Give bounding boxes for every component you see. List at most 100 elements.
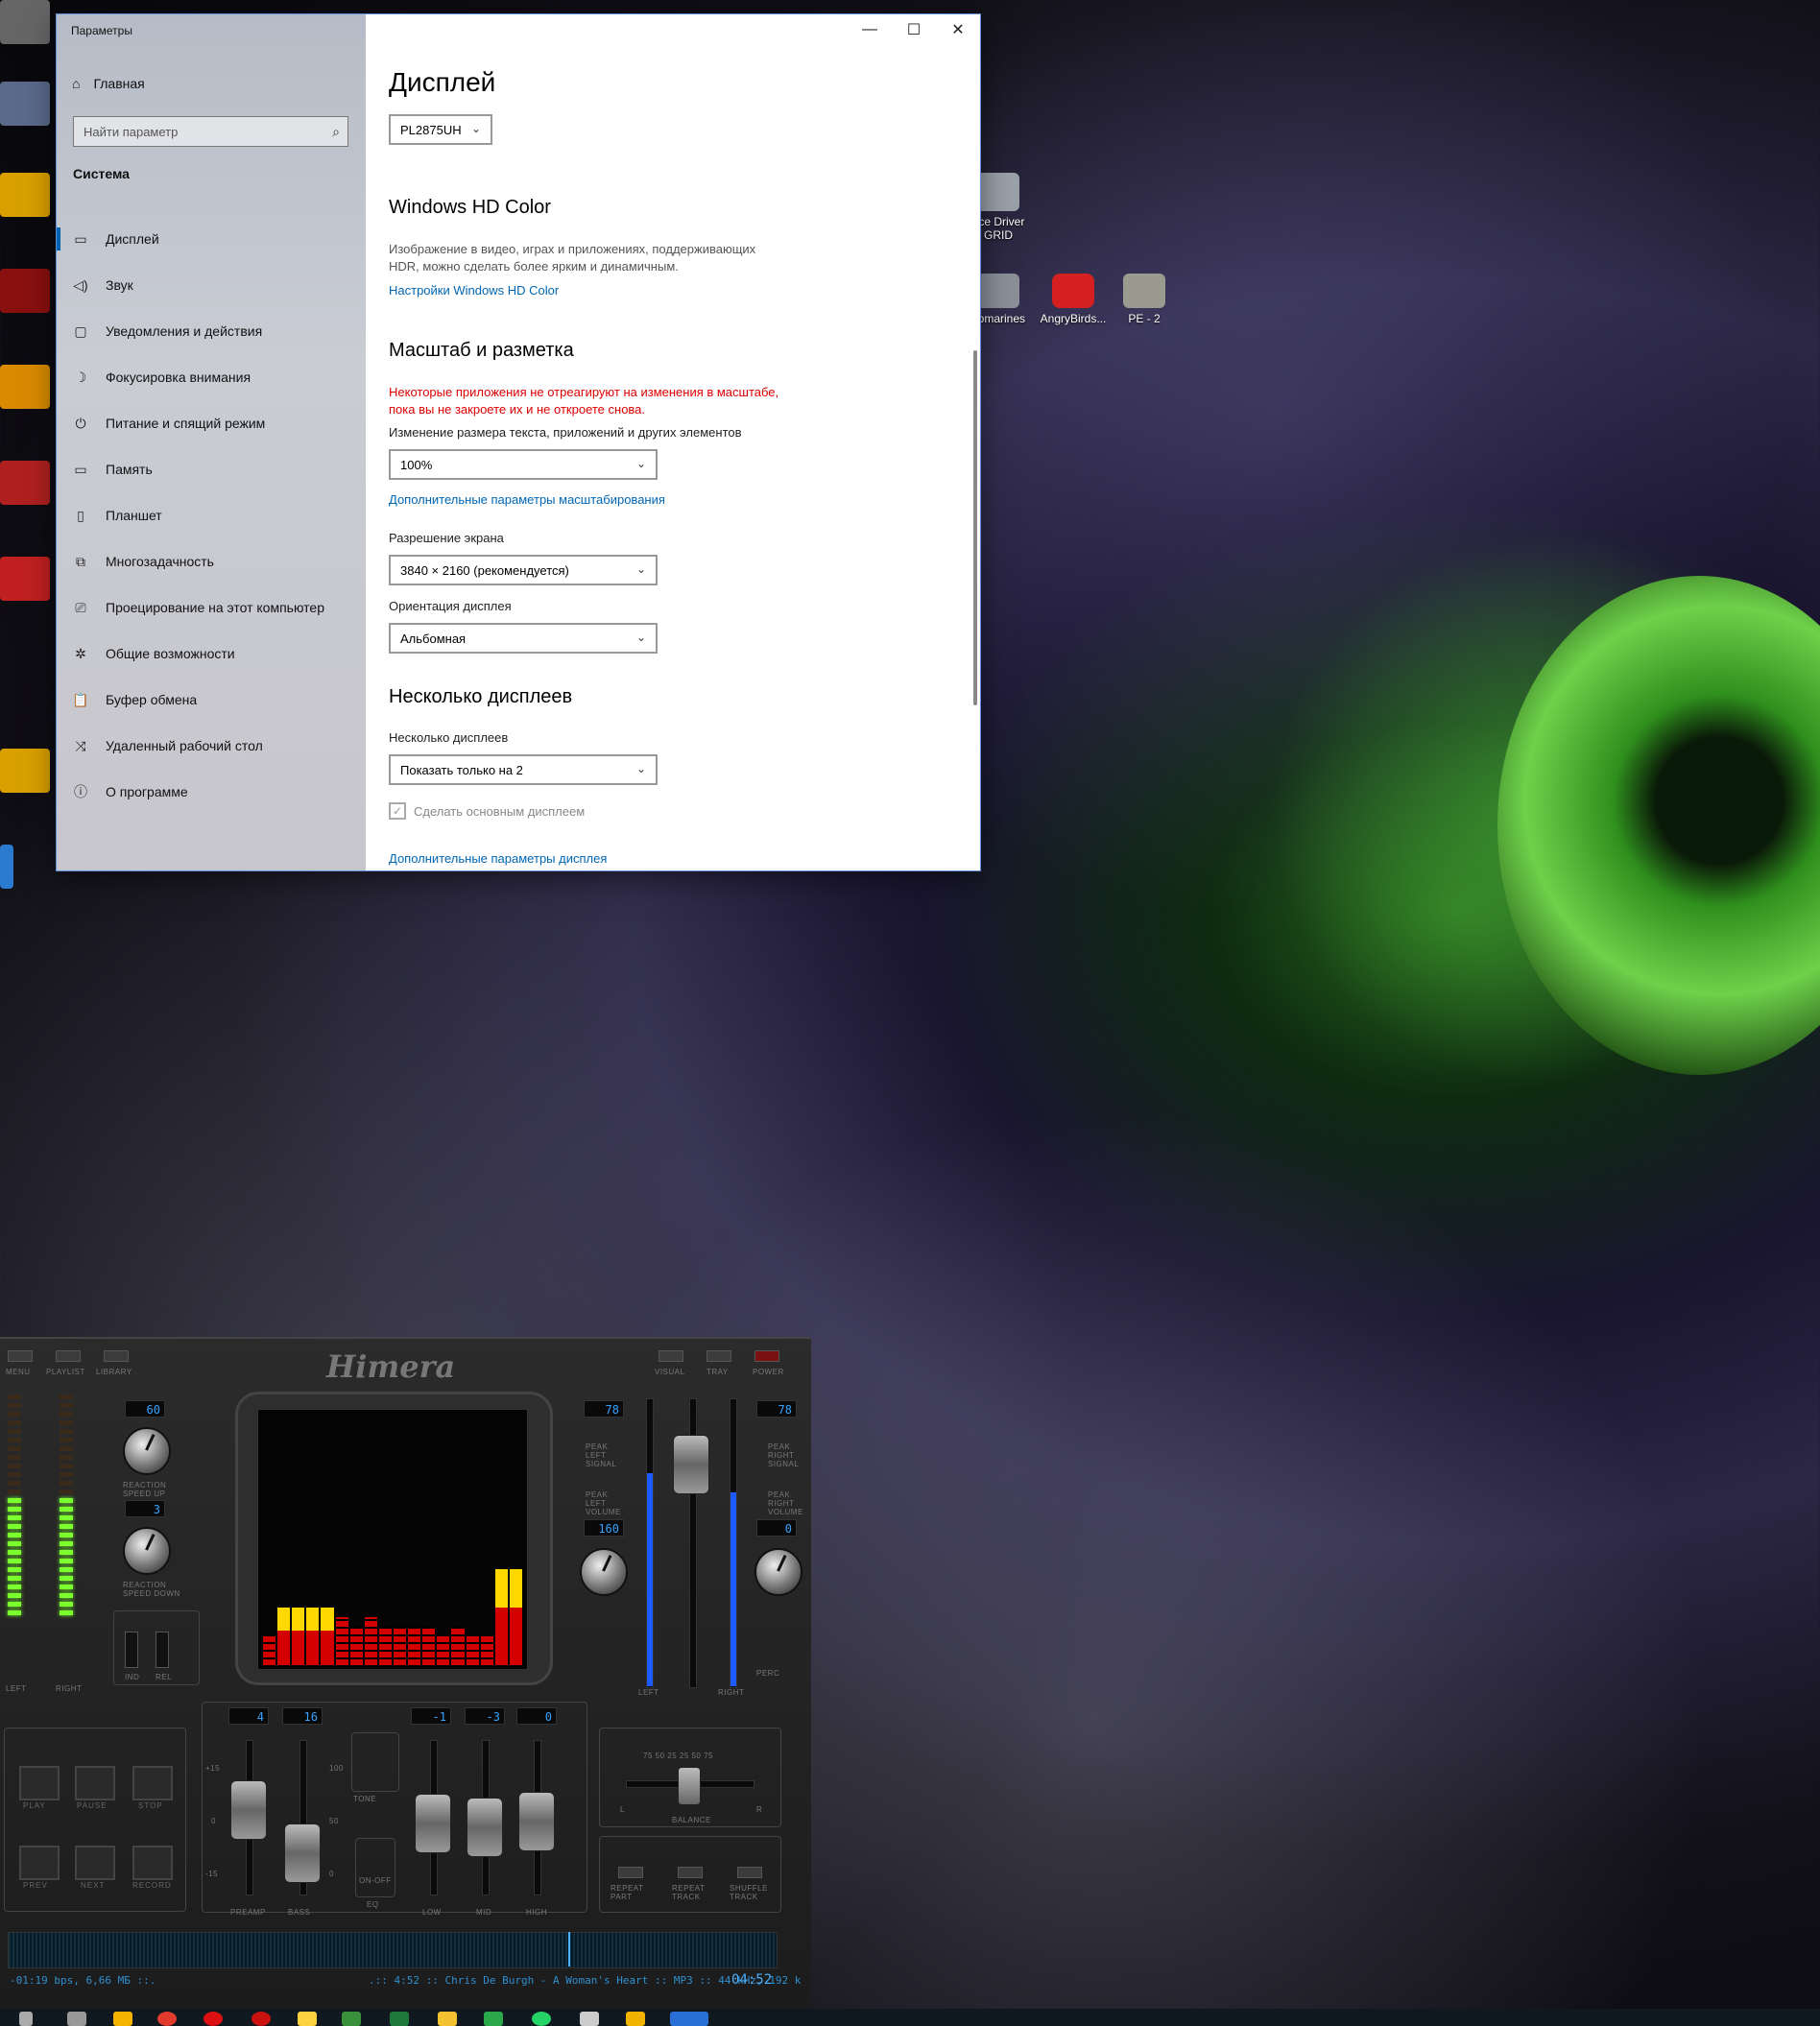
desktop-icon-partial[interactable] xyxy=(0,269,50,313)
orientation-label: Ориентация дисплея xyxy=(389,599,512,613)
record-button[interactable] xyxy=(132,1846,173,1880)
bass-slider-handle[interactable] xyxy=(284,1823,321,1883)
next-button[interactable] xyxy=(75,1846,115,1880)
menu-button[interactable] xyxy=(8,1350,33,1362)
nav-item-tablet[interactable]: ▯ Планшет xyxy=(57,492,366,538)
nav-item-storage[interactable]: ▭ Память xyxy=(57,446,366,492)
rel-toggle[interactable] xyxy=(156,1632,169,1668)
nav-item-sound[interactable]: ◁) Звук xyxy=(57,262,366,308)
low-label: LOW xyxy=(422,1908,442,1917)
play-button[interactable] xyxy=(19,1766,60,1800)
reaction-up-knob[interactable] xyxy=(123,1427,171,1475)
preamp-slider-handle[interactable] xyxy=(230,1780,267,1840)
master-fader-handle[interactable] xyxy=(673,1435,709,1494)
mid-slider-handle[interactable] xyxy=(467,1798,503,1857)
nav-item-display[interactable]: ▭ Дисплей xyxy=(57,216,366,262)
nav-item-focus[interactable]: ☽ Фокусировка внимания xyxy=(57,354,366,400)
nav-item-power[interactable]: ⏻ Питание и спящий режим xyxy=(57,400,366,446)
spectrum-bar xyxy=(466,1636,479,1665)
sound-icon: ◁) xyxy=(73,276,88,293)
info-icon: ⓘ xyxy=(74,784,87,799)
desktop-icon-partial[interactable] xyxy=(0,749,50,793)
desktop-icon-label: PE - 2 xyxy=(1128,312,1161,325)
stop-button[interactable] xyxy=(132,1766,173,1800)
desktop-icon-partial[interactable] xyxy=(0,0,50,44)
high-slider-handle[interactable] xyxy=(518,1792,555,1851)
orientation-dropdown[interactable]: Альбомная ⌄ xyxy=(389,623,658,654)
spectrum-bar xyxy=(393,1627,407,1665)
nav-item-clipboard[interactable]: 📋 Буфер обмена xyxy=(57,677,366,723)
excel-icon[interactable] xyxy=(390,2012,409,2026)
home-link[interactable]: ⌂ Главная xyxy=(72,76,145,91)
nav-item-shared[interactable]: ✲ Общие возможности xyxy=(57,631,366,677)
task-view-icon[interactable] xyxy=(67,2012,86,2026)
frog-icon[interactable] xyxy=(484,2012,503,2026)
playlist-button[interactable] xyxy=(56,1350,81,1362)
prev-button[interactable] xyxy=(19,1846,60,1880)
opera-gx-icon[interactable] xyxy=(251,2012,271,2026)
visual-button[interactable] xyxy=(659,1350,683,1362)
advanced-display-link[interactable]: Дополнительные параметры дисплея xyxy=(389,851,607,866)
power-button[interactable] xyxy=(754,1350,779,1362)
nav-item-projecting[interactable]: ⎚ Проецирование на этот компьютер xyxy=(57,584,366,631)
peak-right-volume-knob[interactable] xyxy=(754,1548,802,1596)
nav-item-notifications[interactable]: ▢ Уведомления и действия xyxy=(57,308,366,354)
multi-display-dropdown[interactable]: Показать только на 2 ⌄ xyxy=(389,754,658,785)
desktop-icon-partial[interactable] xyxy=(0,461,50,505)
desktop-icon-angry-birds[interactable]: AngryBirds... xyxy=(1035,274,1112,325)
ind-toggle[interactable] xyxy=(125,1632,138,1668)
nav-item-remote-desktop[interactable]: ⤨ Удаленный рабочий стол xyxy=(57,723,366,769)
opera-icon[interactable] xyxy=(204,2012,223,2026)
star-icon[interactable] xyxy=(438,2012,457,2026)
scrollbar[interactable] xyxy=(973,350,977,705)
spectrum-bar xyxy=(509,1569,522,1665)
repeat-part-button[interactable] xyxy=(618,1867,643,1878)
waveform-seekbar[interactable] xyxy=(8,1932,778,1968)
repeat-track-button[interactable] xyxy=(678,1867,703,1878)
desktop-icon-partial[interactable] xyxy=(0,845,13,889)
shuffle-track-button[interactable] xyxy=(737,1867,762,1878)
advanced-scaling-link[interactable]: Дополнительные параметры масштабирования xyxy=(389,492,665,507)
steam-icon[interactable] xyxy=(342,2012,361,2026)
search-input[interactable]: Найти параметр ⌕ xyxy=(73,116,348,147)
explorer-icon[interactable] xyxy=(113,2012,132,2026)
high-label: HIGH xyxy=(526,1908,547,1917)
primary-display-checkbox[interactable]: ✓ Сделать основным дисплеем xyxy=(389,802,585,820)
pause-button[interactable] xyxy=(75,1766,115,1800)
resolution-dropdown[interactable]: 3840 × 2160 (рекомендуется) ⌄ xyxy=(389,555,658,585)
whatsapp-icon[interactable] xyxy=(532,2012,551,2026)
tone-switch-panel[interactable] xyxy=(351,1732,399,1792)
nav-item-about[interactable]: ⓘ О программе xyxy=(57,769,366,815)
settings-nav: ▭ Дисплей ◁) Звук ▢ Уведомления и действия … xyxy=(57,216,366,815)
monitor-select[interactable]: PL2875UH ⌄ xyxy=(389,114,492,145)
nav-item-multitasking[interactable]: ⧉ Многозадачность xyxy=(57,538,366,584)
desktop-icon-partial[interactable] xyxy=(0,365,50,409)
low-display: -1 xyxy=(411,1707,451,1725)
nav-label: Память xyxy=(106,462,153,477)
sticky-notes-icon[interactable] xyxy=(298,2012,317,2026)
tray-button[interactable] xyxy=(706,1350,731,1362)
settings-icon[interactable] xyxy=(670,2012,708,2026)
low-slider-handle[interactable] xyxy=(415,1794,451,1853)
scale-dropdown[interactable]: 100% ⌄ xyxy=(389,449,658,480)
calculator-icon[interactable] xyxy=(580,2012,599,2026)
chrome-icon[interactable] xyxy=(157,2012,177,2026)
desktop-icon-pe2[interactable]: PE - 2 xyxy=(1106,274,1183,325)
reaction-down-label: REACTION SPEED DOWN xyxy=(123,1581,180,1598)
hdr-settings-link[interactable]: Настройки Windows HD Color xyxy=(389,283,559,298)
eq-switch-panel[interactable] xyxy=(355,1838,395,1897)
vu-meter-left xyxy=(8,1394,21,1615)
balance-handle[interactable] xyxy=(678,1767,701,1805)
focus-moon-icon: ☽ xyxy=(74,369,87,385)
desktop-icon-partial[interactable] xyxy=(0,82,50,126)
peak-left-volume-knob[interactable] xyxy=(580,1548,628,1596)
desktop-icon-partial[interactable] xyxy=(0,173,50,217)
settings-main: Дисплей PL2875UH ⌄ Windows HD Color Изоб… xyxy=(389,14,965,870)
preamp-label: PREAMP xyxy=(230,1908,266,1917)
search-icon[interactable] xyxy=(19,2012,33,2026)
library-button[interactable] xyxy=(104,1350,129,1362)
folder-icon[interactable] xyxy=(626,2012,645,2026)
desktop-icon-partial[interactable] xyxy=(0,557,50,601)
reaction-down-knob[interactable] xyxy=(123,1527,171,1575)
chevron-down-icon: ⌄ xyxy=(635,457,646,470)
